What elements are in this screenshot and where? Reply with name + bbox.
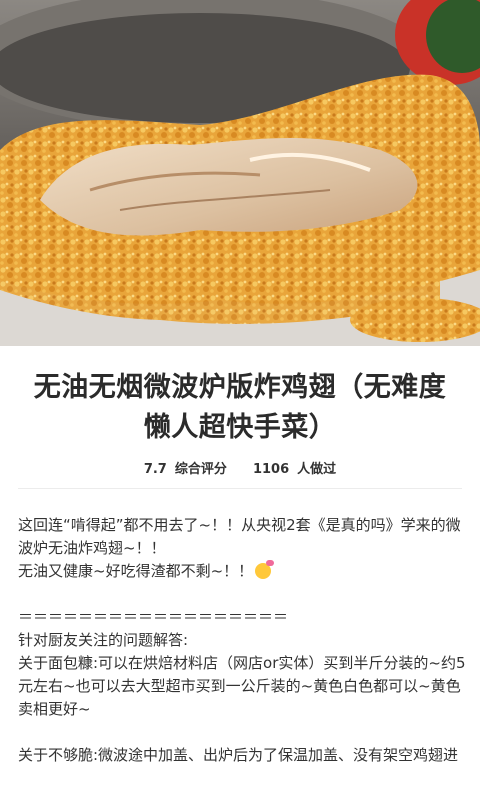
desc-line: 关于面包糠:可以在烘焙材料店（网店or实体）买到半斤分装的~约5 bbox=[18, 654, 466, 672]
made-count: 1106 bbox=[252, 462, 290, 477]
recipe-stats: 7.7 综合评分 1106 人做过 bbox=[0, 458, 480, 477]
recipe-title: 无油无烟微波炉版炸鸡翅（无难度懒人超快手菜） bbox=[33, 372, 447, 443]
rating-value: 7.7 bbox=[143, 462, 167, 477]
desc-line: ＝＝＝＝＝＝＝＝＝＝＝＝＝＝＝＝＝＝ bbox=[18, 608, 289, 626]
desc-line: 针对厨友关注的问题解答: bbox=[18, 631, 189, 649]
desc-line: 元左右~也可以去大型超市买到一公斤装的~黄色白色都可以~黄色 bbox=[18, 677, 461, 695]
desc-line: 关于不够脆:微波途中加盖、出炉后为了保温加盖、没有架空鸡翅进 bbox=[18, 746, 459, 764]
section-divider bbox=[18, 488, 462, 489]
desc-line-text: 无油又健康~好吃得渣都不剩~！！ bbox=[18, 562, 254, 580]
made-label: 人做过 bbox=[297, 462, 337, 477]
recipe-description: 这回连“啃得起”都不用去了~！！从央视2套《是真的吗》学来的微 波炉无油炸鸡翅~… bbox=[18, 514, 468, 767]
desc-line: 无油又健康~好吃得渣都不剩~！！ bbox=[18, 560, 468, 583]
face-emoji-icon bbox=[255, 560, 275, 579]
recipe-header: 无油无烟微波炉版炸鸡翅（无难度懒人超快手菜） 7.7 综合评分 1106 人做过 bbox=[0, 346, 480, 486]
desc-line: 波炉无油炸鸡翅~！！ bbox=[18, 539, 166, 557]
rating-label: 综合评分 bbox=[174, 462, 227, 477]
desc-line: 这回连“啃得起”都不用去了~！！从央视2套《是真的吗》学来的微 bbox=[18, 516, 461, 534]
desc-line: 卖相更好~ bbox=[18, 700, 91, 718]
fried-chicken-photo bbox=[0, 0, 480, 346]
recipe-hero-image bbox=[0, 0, 480, 346]
